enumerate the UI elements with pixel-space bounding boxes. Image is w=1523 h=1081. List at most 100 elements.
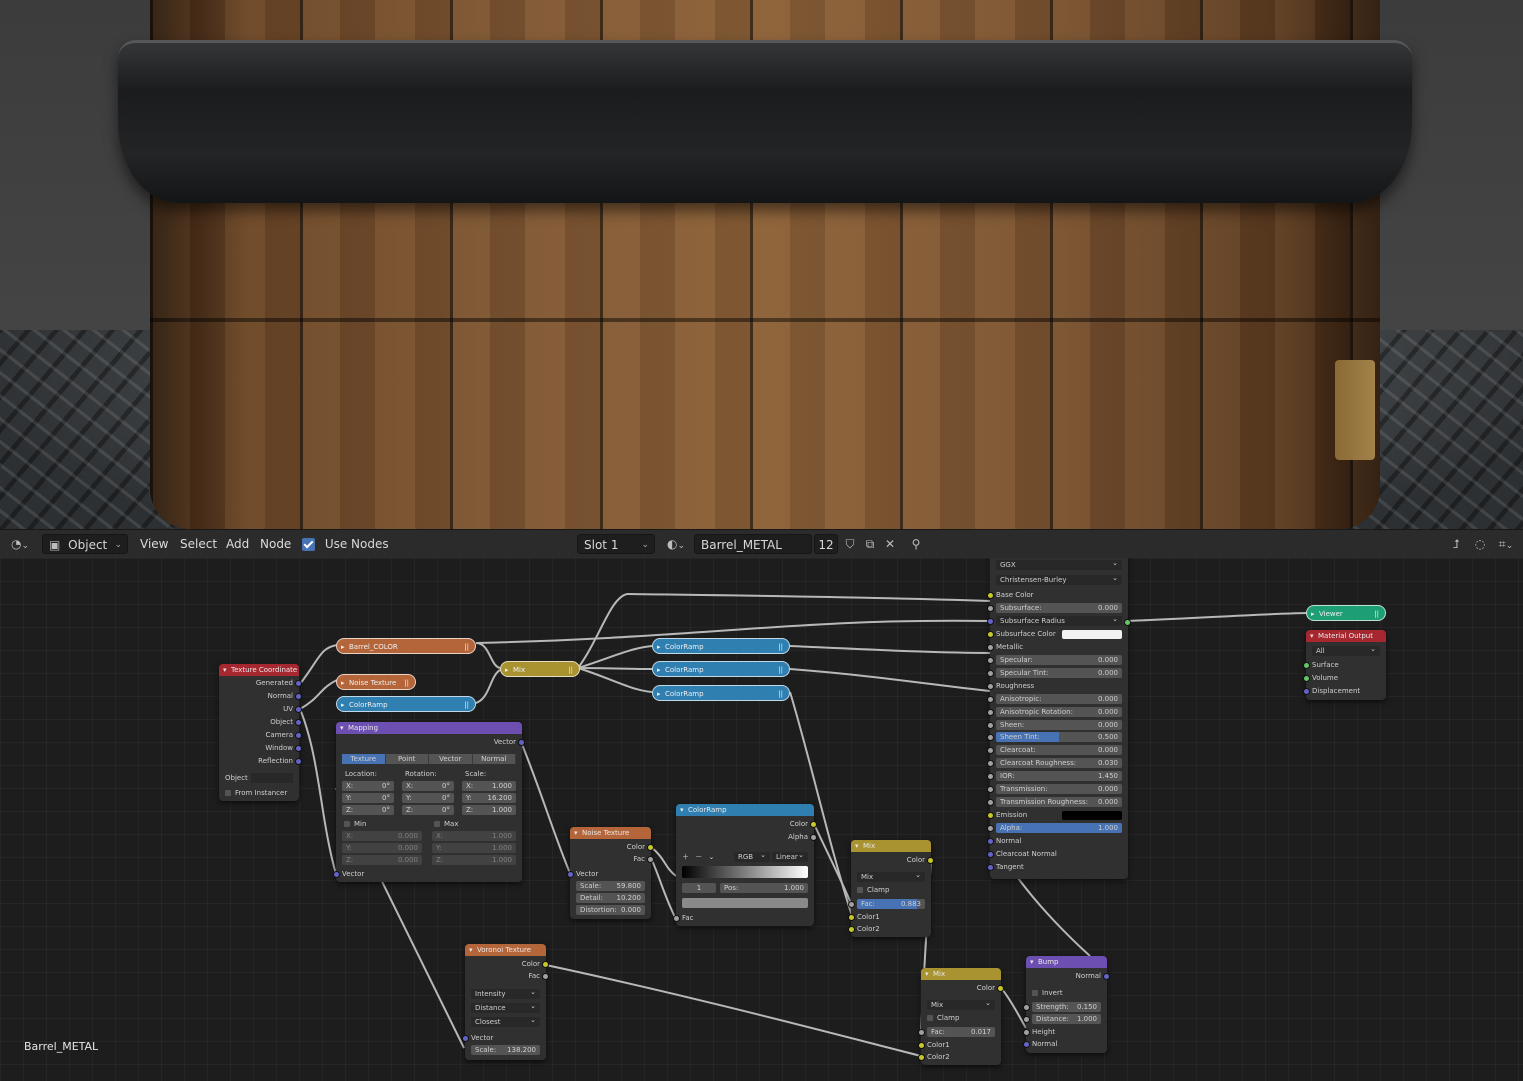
bsdf-row-subsurface-color[interactable]: Subsurface Color — [996, 629, 1122, 639]
socket[interactable] — [987, 669, 994, 677]
bsdf-row-anisotropic-rotation[interactable]: Anisotropic Rotation: 0.000 — [996, 706, 1122, 717]
3d-viewport[interactable] — [0, 0, 1523, 529]
material-browse-button[interactable]: ◐⌄ — [662, 534, 690, 554]
menu-view[interactable]: View — [140, 534, 168, 554]
socket[interactable] — [987, 747, 994, 755]
pin-icon[interactable]: ⚲ — [906, 534, 926, 554]
socket[interactable] — [333, 871, 340, 878]
socket[interactable] — [997, 985, 1004, 992]
invert-checkbox[interactable]: Invert — [1032, 988, 1101, 998]
bsdf-row-transmission[interactable]: Transmission: 0.000 — [996, 784, 1122, 795]
max-checkbox[interactable]: Max — [434, 819, 514, 829]
socket[interactable] — [567, 871, 574, 878]
mapping-type-tabs[interactable]: Texture Point Vector Normal — [342, 754, 516, 764]
bsdf-row-transmission-roughness[interactable]: Transmission Roughness: 0.000 — [996, 797, 1122, 808]
node-title[interactable]: Noise Texture — [570, 827, 651, 839]
tab-point[interactable]: Point — [386, 754, 429, 764]
bsdf-row-emission[interactable]: Emission — [996, 810, 1122, 821]
node-title[interactable]: Mapping — [336, 722, 522, 734]
colorramp-c-node[interactable]: ColorRamp|| — [652, 685, 790, 702]
texture-coordinate-node[interactable]: Texture Coordinate Generated Normal UV O… — [219, 664, 302, 801]
slot-dropdown[interactable]: Slot 1 ⌄ — [577, 534, 655, 554]
socket[interactable] — [1023, 1029, 1030, 1036]
socket[interactable] — [295, 693, 302, 700]
socket[interactable] — [1303, 662, 1310, 669]
scale-z-field[interactable]: Z: 1.000 — [462, 805, 516, 815]
chevron-down-icon[interactable]: ⌄ — [708, 853, 714, 861]
blend-mode-dropdown[interactable]: Mix — [927, 998, 995, 1010]
colorramp-a-node[interactable]: ColorRamp|| — [652, 638, 790, 655]
rotation-x-field[interactable]: X: 0° — [402, 781, 454, 791]
bsdf-row-specular-tint[interactable]: Specular Tint: 0.000 — [996, 667, 1122, 678]
coloring-dropdown[interactable]: Intensity — [471, 987, 540, 999]
socket[interactable] — [1103, 973, 1110, 980]
color-mode-dropdown[interactable]: RGB — [734, 850, 770, 862]
node-title[interactable]: Texture Coordinate — [219, 664, 299, 676]
node-editor-canvas[interactable]: Texture Coordinate Generated Normal UV O… — [0, 558, 1523, 1081]
node-title[interactable]: Mix — [851, 840, 931, 852]
socket[interactable] — [295, 732, 302, 739]
mix-fac-field[interactable]: Fac: 0.883 — [857, 899, 925, 909]
socket[interactable] — [1303, 675, 1310, 682]
colorramp-node[interactable]: ColorRamp Color Alpha ＋ － ⌄ RGB Linear 1… — [673, 804, 817, 926]
bsdf-row-sheen-tint[interactable]: Sheen Tint: 0.500 — [996, 732, 1122, 743]
subsurface-method-dropdown[interactable]: Christensen-Burley — [996, 573, 1122, 585]
socket[interactable] — [918, 1054, 925, 1061]
socket[interactable] — [848, 901, 855, 908]
socket[interactable] — [987, 604, 994, 612]
socket[interactable] — [987, 695, 994, 703]
socket[interactable] — [987, 682, 994, 690]
parent-node-tree-icon[interactable]: ⮥ — [1446, 534, 1466, 554]
bsdf-row-specular[interactable]: Specular: 0.000 — [996, 654, 1122, 665]
socket[interactable] — [987, 838, 994, 846]
location-z-field[interactable]: Z: 0° — [342, 805, 394, 815]
bump-distance-field[interactable]: Distance: 1.000 — [1032, 1014, 1101, 1024]
unlink-close-icon[interactable]: ✕ — [880, 534, 900, 554]
snap-icon[interactable]: ⌗⌄ — [1492, 534, 1520, 554]
interpolation-dropdown[interactable]: Linear — [772, 850, 808, 862]
rotation-z-field[interactable]: Z: 0° — [402, 805, 454, 815]
node-title[interactable]: ColorRamp — [676, 804, 814, 816]
max-z-field[interactable]: Z: 1.000 — [432, 855, 516, 865]
tab-normal[interactable]: Normal — [473, 754, 516, 764]
location-y-field[interactable]: Y: 0° — [342, 793, 394, 803]
clamp-checkbox[interactable]: Clamp — [927, 1013, 995, 1023]
socket[interactable] — [987, 760, 994, 768]
socket[interactable] — [1124, 619, 1131, 626]
stop-color-swatch[interactable] — [682, 898, 808, 908]
socket[interactable] — [987, 799, 994, 807]
socket[interactable] — [462, 1035, 469, 1042]
socket[interactable] — [810, 821, 817, 828]
min-x-field[interactable]: X: 0.000 — [342, 831, 422, 841]
socket[interactable] — [918, 1042, 925, 1049]
socket[interactable] — [987, 656, 994, 664]
stop-index-field[interactable]: 1 — [682, 883, 716, 893]
minus-icon[interactable]: － — [695, 853, 702, 861]
material-name-field[interactable]: Barrel_METAL — [694, 534, 812, 554]
from-instancer-checkbox[interactable]: From Instancer — [225, 788, 293, 798]
bsdf-row-sheen[interactable]: Sheen: 0.000 — [996, 719, 1122, 730]
socket[interactable] — [987, 863, 994, 871]
noise-distortion-field[interactable]: Distortion: 0.000 — [576, 905, 645, 915]
bsdf-row-subsurface-radius[interactable]: Subsurface Radius — [996, 614, 1122, 626]
menu-select[interactable]: Select — [180, 534, 217, 554]
bsdf-row-ior[interactable]: IOR: 1.450 — [996, 771, 1122, 782]
rotation-y-field[interactable]: Y: 0° — [402, 793, 454, 803]
socket[interactable] — [518, 739, 525, 746]
material-output-node[interactable]: Material Output All Surface Volume Displ… — [1303, 630, 1386, 700]
socket[interactable] — [918, 1029, 925, 1036]
ramp-add-remove-buttons[interactable]: ＋ － ⌄ — [682, 852, 722, 862]
bsdf-row-alpha[interactable]: Alpha: 1.000 — [996, 823, 1122, 834]
socket[interactable] — [848, 926, 855, 933]
color-swatch[interactable] — [1062, 629, 1122, 639]
socket[interactable] — [987, 851, 994, 858]
node-title[interactable]: Material Output — [1306, 630, 1386, 642]
socket[interactable] — [810, 834, 817, 841]
use-nodes-toggle[interactable]: Use Nodes — [302, 534, 389, 554]
socket[interactable] — [295, 706, 302, 713]
mix-rgb-bottom-node[interactable]: Mix Color Mix Clamp Fac:0.017 Color1 Col… — [918, 968, 1004, 1065]
mapping-node[interactable]: Mapping Vector Texture Point Vector Norm… — [333, 722, 525, 882]
bump-node[interactable]: Bump Normal Invert Strength:0.150 Distan… — [1023, 956, 1110, 1053]
distance-dropdown[interactable]: Distance — [471, 1001, 540, 1013]
min-z-field[interactable]: Z: 0.000 — [342, 855, 422, 865]
